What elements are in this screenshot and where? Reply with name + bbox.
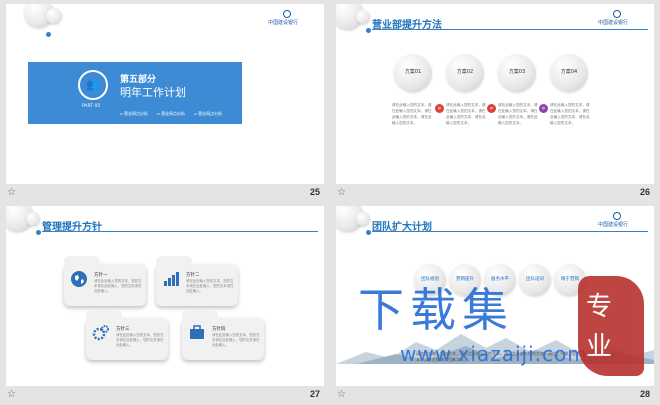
banner-item: ▫ 营业网点分析 <box>194 111 223 116</box>
team-circle-4: 团队培训 <box>519 264 551 296</box>
slide-footer: ☆ 25 <box>0 185 330 202</box>
title-rule <box>372 231 648 232</box>
title-rule <box>42 231 318 232</box>
decor-bubble <box>356 212 370 226</box>
slide-canvas: 中国建设银行 👥 PART 05 第五部分 明年工作计划 ▫ 营业网点分析 ▫ … <box>6 4 324 184</box>
policy-card-3: 方针三 请在此处输入您的文本，您的文本请在此处输入，您的文本请在此处输入。 <box>86 310 168 360</box>
star-icon[interactable]: ☆ <box>7 389 16 400</box>
title-rule <box>372 29 648 30</box>
gears-icon <box>92 325 109 341</box>
star-icon[interactable]: ☆ <box>337 389 346 400</box>
watermark-url: www.xiazaiji.com <box>400 342 588 366</box>
plan-text: 请在此输入您的文本。请在此输入您的文本。请在此输入您的文本。请在此输入您的文本。 <box>498 103 538 125</box>
slide-footer: ☆ 26 <box>330 185 660 202</box>
decor-dot <box>366 28 371 33</box>
slide-thumb-26[interactable]: 中国建设银行 营业部提升方法 方案01 方案02 方案03 方案04 请在此输入… <box>330 0 660 202</box>
banner-title: 明年工作计划 <box>120 86 186 99</box>
arrow-icon: » <box>435 104 444 113</box>
slide-footer: ☆ 27 <box>0 387 330 404</box>
slide-footer: ☆ 28 <box>330 387 660 404</box>
banner-item: ▫ 营业网点分析 <box>120 111 148 116</box>
briefcase-icon <box>190 325 204 339</box>
decor-dot <box>366 230 371 235</box>
slide-canvas: 管理提升方针 方针一 请在此处输入您的文本，您的文本请在此处输入，您的文本请在此… <box>6 206 324 386</box>
decor-bubble <box>46 8 62 24</box>
people-icon: 👥 <box>86 78 100 91</box>
plan-circle-4: 方案04 <box>550 54 588 92</box>
slide-canvas: 中国建设银行 营业部提升方法 方案01 方案02 方案03 方案04 请在此输入… <box>336 4 654 184</box>
watermark-seal: 专 业 <box>578 276 644 376</box>
decor-bubble <box>356 10 370 24</box>
banner-item: ▫ 营业网点分析 <box>157 130 186 135</box>
decor-dot <box>46 32 51 37</box>
plan-circle-2: 方案02 <box>446 54 484 92</box>
section-banner: 👥 PART 05 第五部分 明年工作计划 ▫ 营业网点分析 ▫ 营业网点分析 … <box>28 62 242 135</box>
slide-number: 25 <box>309 187 320 197</box>
slide-thumb-27[interactable]: 管理提升方针 方针一 请在此处输入您的文本，您的文本请在此处输入，您的文本请在此… <box>0 202 330 404</box>
plan-text: 请在此输入您的文本。请在此输入您的文本。请在此输入您的文本。请在此输入您的文本。 <box>446 103 486 125</box>
policy-card-1: 方针一 请在此处输入您的文本，您的文本请在此处输入，您的文本请在此处输入。 <box>64 256 146 306</box>
globe-icon <box>71 271 87 287</box>
plan-text: 请在此输入您的文本。请在此输入您的文本。请在此输入您的文本。请在此输入您的文本。 <box>550 103 590 125</box>
watermark-text: 下载集 <box>358 283 514 337</box>
decor-bubble <box>26 212 40 226</box>
bar-chart-icon <box>164 272 179 286</box>
policy-card-4: 方针四 请在此处输入您的文本，您的文本请在此处输入，您的文本请在此处输入。 <box>182 310 264 360</box>
slide-number: 28 <box>639 389 650 399</box>
slide-number: 27 <box>309 389 320 399</box>
star-icon[interactable]: ☆ <box>7 187 16 198</box>
bank-logo: 中国建设银行 <box>598 10 648 26</box>
plan-circle-1: 方案01 <box>394 54 432 92</box>
plan-circle-3: 方案03 <box>498 54 536 92</box>
bank-logo: 中国建设银行 <box>598 212 648 228</box>
policy-card-2: 方针二 请在此处输入您的文本，您的文本请在此处输入，您的文本请在此处输入。 <box>156 256 238 306</box>
banner-item: ▫ 营业网点分析 <box>120 130 148 135</box>
slide-thumb-25[interactable]: 中国建设银行 👥 PART 05 第五部分 明年工作计划 ▫ 营业网点分析 ▫ … <box>0 0 330 202</box>
arrow-icon: » <box>539 104 548 113</box>
banner-subtitle: PART 05 <box>82 104 101 109</box>
star-icon[interactable]: ☆ <box>337 187 346 198</box>
arrow-icon: » <box>487 104 496 113</box>
banner-item: ▫ 营业网点分析 <box>157 111 186 116</box>
slide-number: 26 <box>639 187 650 197</box>
decor-dot <box>36 230 41 235</box>
plan-text: 请在此输入您的文本。请在此输入您的文本。请在此输入您的文本。请在此输入您的文本。 <box>392 103 432 125</box>
bank-logo: 中国建设银行 <box>268 10 318 26</box>
banner-items: ▫ 营业网点分析 ▫ 营业网点分析 ▫ 营业网点分析 ▫ 营业网点分析 ▫ 营业… <box>120 100 234 138</box>
